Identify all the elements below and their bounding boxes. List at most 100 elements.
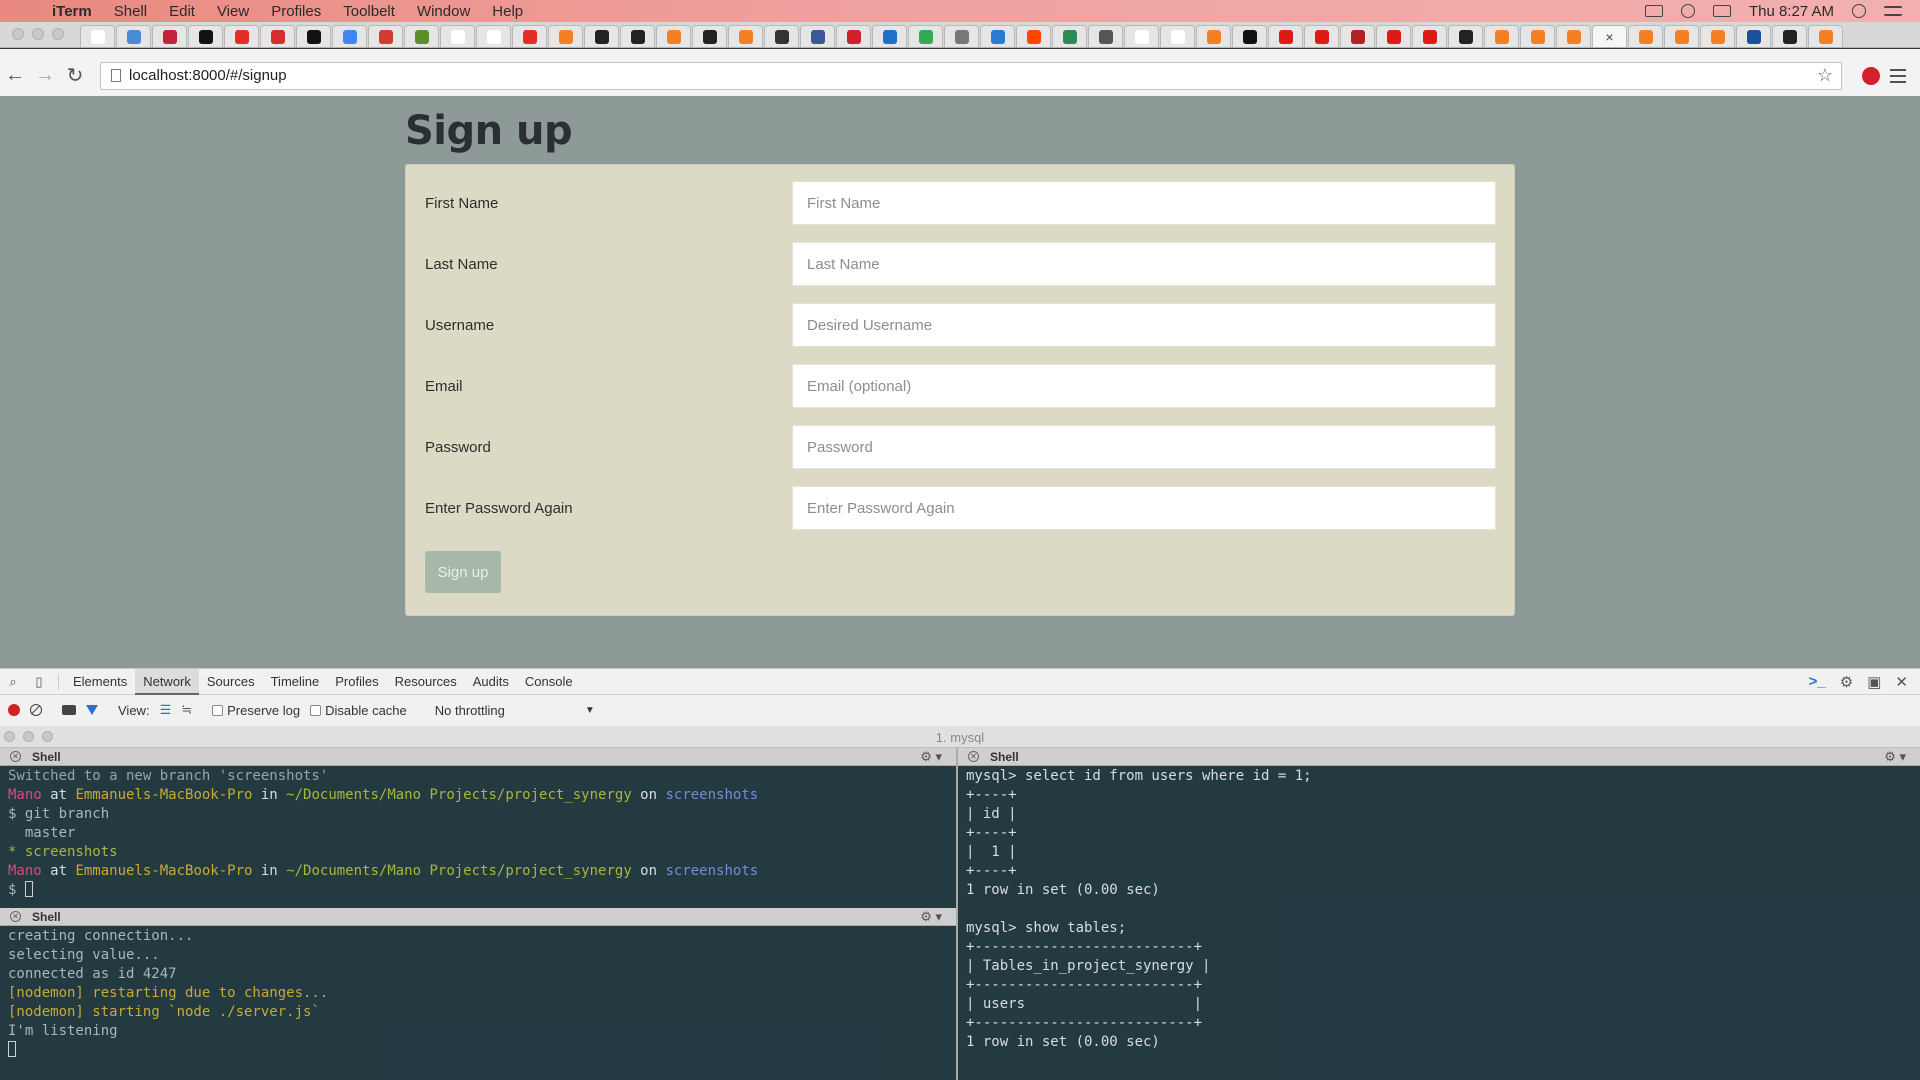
zoom-window-button[interactable] <box>52 28 64 40</box>
menu-window[interactable]: Window <box>417 3 470 20</box>
notification-center-icon[interactable] <box>1884 6 1902 16</box>
terminal-pane-top-left[interactable]: ✕ Shell ⚙ ▾ Switched to a new branch 'sc… <box>0 748 956 908</box>
browser-tab[interactable] <box>296 25 331 47</box>
minimize-window-button[interactable] <box>32 28 44 40</box>
browser-tab[interactable] <box>152 25 187 47</box>
large-rows-icon[interactable]: ☰ <box>160 702 172 718</box>
tab-resources[interactable]: Resources <box>387 669 465 695</box>
browser-tab[interactable] <box>1664 25 1699 47</box>
preserve-log-checkbox[interactable]: Preserve log <box>212 703 300 718</box>
spotlight-search-icon[interactable] <box>1852 4 1866 18</box>
browser-tab[interactable] <box>260 25 295 47</box>
address-bar[interactable]: localhost:8000/#/signup ☆ <box>100 61 1842 90</box>
menu-edit[interactable]: Edit <box>169 3 195 20</box>
menu-shell[interactable]: Shell <box>114 3 147 20</box>
reload-icon[interactable]: ↻ <box>60 63 90 88</box>
browser-tab[interactable] <box>620 25 655 47</box>
record-icon[interactable] <box>8 704 20 716</box>
browser-tab[interactable] <box>1520 25 1555 47</box>
browser-tab[interactable] <box>1160 25 1195 47</box>
menu-app-name[interactable]: iTerm <box>52 3 92 20</box>
browser-tab[interactable] <box>836 25 871 47</box>
browser-tab[interactable] <box>908 25 943 47</box>
email-input[interactable] <box>792 364 1496 408</box>
browser-tab[interactable] <box>728 25 763 47</box>
menu-profiles[interactable]: Profiles <box>271 3 321 20</box>
browser-tab[interactable] <box>1196 25 1231 47</box>
close-window-button[interactable] <box>12 28 24 40</box>
browser-tab[interactable] <box>224 25 259 47</box>
browser-tab[interactable] <box>1556 25 1591 47</box>
tab-profiles[interactable]: Profiles <box>327 669 386 695</box>
device-mode-icon[interactable]: ▯ <box>26 674 52 690</box>
close-pane-icon[interactable]: ✕ <box>968 751 979 762</box>
settings-gear-icon[interactable]: ⚙ <box>1840 673 1853 691</box>
tab-sources[interactable]: Sources <box>199 669 263 695</box>
dock-side-icon[interactable]: ▣ <box>1867 673 1881 691</box>
browser-tab[interactable] <box>548 25 583 47</box>
browser-tab[interactable] <box>800 25 835 47</box>
pane-settings-gear-icon[interactable]: ⚙ ▾ <box>1884 749 1906 765</box>
menu-toolbelt[interactable]: Toolbelt <box>343 3 395 20</box>
browser-tab[interactable]: × <box>1592 25 1627 47</box>
tab-network[interactable]: Network <box>135 668 199 695</box>
menubar-clock[interactable]: Thu 8:27 AM <box>1749 3 1834 20</box>
clear-icon[interactable] <box>30 704 42 716</box>
browser-tab[interactable] <box>944 25 979 47</box>
browser-tab[interactable] <box>692 25 727 47</box>
extension-icon[interactable] <box>1862 66 1880 85</box>
browser-tab[interactable] <box>1628 25 1663 47</box>
browser-tab[interactable] <box>1016 25 1051 47</box>
airplay-icon[interactable] <box>1644 5 1663 17</box>
tab-timeline[interactable]: Timeline <box>263 669 328 695</box>
browser-tab[interactable] <box>404 25 439 47</box>
chrome-menu-icon[interactable] <box>1890 68 1906 83</box>
browser-tab[interactable] <box>1808 25 1843 47</box>
browser-tab[interactable] <box>1268 25 1303 47</box>
menu-help[interactable]: Help <box>492 3 523 20</box>
checkbox-box[interactable] <box>212 704 224 716</box>
browser-tab[interactable] <box>980 25 1015 47</box>
browser-tab[interactable] <box>1304 25 1339 47</box>
terminal-pane-bottom-left[interactable]: ✕ Shell ⚙ ▾ creating connection... select… <box>0 908 956 1080</box>
first-name-input[interactable] <box>792 181 1496 225</box>
browser-tab[interactable] <box>1124 25 1159 47</box>
console-drawer-icon[interactable]: >_ <box>1809 673 1826 691</box>
browser-tab[interactable] <box>584 25 619 47</box>
browser-tab[interactable] <box>1772 25 1807 47</box>
browser-tab[interactable] <box>1376 25 1411 47</box>
browser-tab[interactable] <box>1412 25 1447 47</box>
browser-tab[interactable] <box>440 25 475 47</box>
pane-settings-gear-icon[interactable]: ⚙ ▾ <box>920 909 942 925</box>
browser-tab[interactable] <box>116 25 151 47</box>
checkbox-box[interactable] <box>310 704 322 716</box>
bookmark-star-icon[interactable]: ☆ <box>1817 65 1833 86</box>
battery-icon[interactable] <box>1712 5 1731 17</box>
browser-tab[interactable] <box>656 25 691 47</box>
browser-tab[interactable] <box>188 25 223 47</box>
browser-tab[interactable] <box>872 25 907 47</box>
browser-tab[interactable] <box>1088 25 1123 47</box>
password-confirm-input[interactable] <box>792 486 1496 530</box>
browser-tab[interactable] <box>512 25 547 47</box>
throttling-select[interactable]: No throttling ▼ <box>435 703 595 718</box>
pane-settings-gear-icon[interactable]: ⚙ ▾ <box>920 749 942 765</box>
browser-tab[interactable] <box>1700 25 1735 47</box>
tab-elements[interactable]: Elements <box>65 669 135 695</box>
password-input[interactable] <box>792 425 1496 469</box>
tab-console[interactable]: Console <box>517 669 581 695</box>
tab-audits[interactable]: Audits <box>465 669 517 695</box>
overview-icon[interactable]: ≒ <box>181 702 192 718</box>
browser-tab[interactable] <box>1340 25 1375 47</box>
menu-view[interactable]: View <box>217 3 249 20</box>
sign-up-button[interactable]: Sign up <box>425 551 501 593</box>
browser-tab[interactable] <box>1736 25 1771 47</box>
browser-tab[interactable] <box>1484 25 1519 47</box>
close-icon[interactable]: ✕ <box>1895 673 1908 691</box>
last-name-input[interactable] <box>792 242 1496 286</box>
browser-tab[interactable] <box>476 25 511 47</box>
browser-tab[interactable] <box>1448 25 1483 47</box>
browser-tab[interactable] <box>1232 25 1267 47</box>
back-arrow-icon[interactable]: ← <box>0 64 30 87</box>
username-input[interactable] <box>792 303 1496 347</box>
